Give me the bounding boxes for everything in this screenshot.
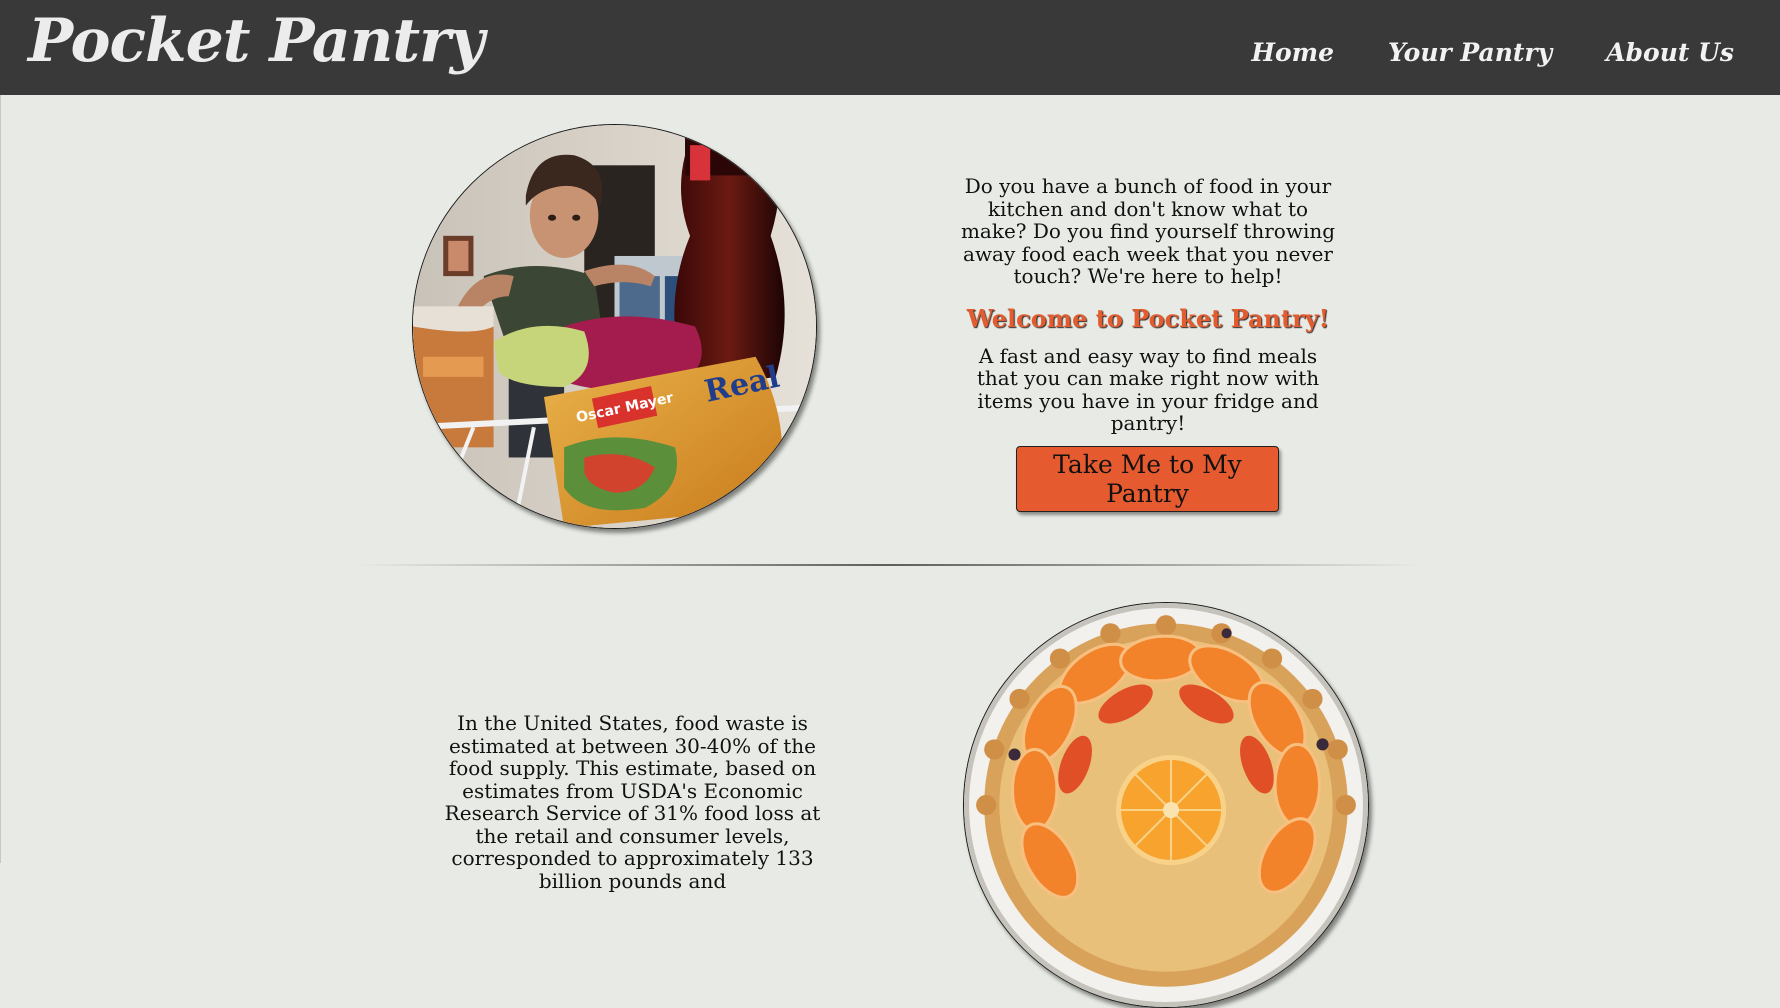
intro-question-text: Do you have a bunch of food in your kitc… <box>960 174 1336 288</box>
welcome-heading: Welcome to Pocket Pantry! <box>966 303 1330 333</box>
take-me-to-pantry-button[interactable]: Take Me to My Pantry <box>1016 446 1279 512</box>
food-waste-stats-text: In the United States, food waste is esti… <box>444 711 821 893</box>
nav-menu: Home Your Pantry About Us <box>1251 38 1734 67</box>
intro-section: Do you have a bunch of food in your kitc… <box>960 175 1336 435</box>
section-divider <box>356 564 1422 566</box>
page-edge-divider <box>0 95 1 863</box>
nav-link-home[interactable]: Home <box>1251 38 1334 67</box>
nav-link-your-pantry[interactable]: Your Pantry <box>1388 38 1552 67</box>
top-navbar: Pocket Pantry Home Your Pantry About Us <box>0 0 1780 95</box>
intro-tagline-text: A fast and easy way to find meals that y… <box>976 343 1320 435</box>
nav-link-about-us[interactable]: About Us <box>1606 38 1734 67</box>
fridge-photo: Oscar Mayer Real <box>412 124 817 529</box>
brand-logo[interactable]: Pocket Pantry <box>28 6 485 76</box>
orange-tart-photo <box>963 602 1369 1008</box>
